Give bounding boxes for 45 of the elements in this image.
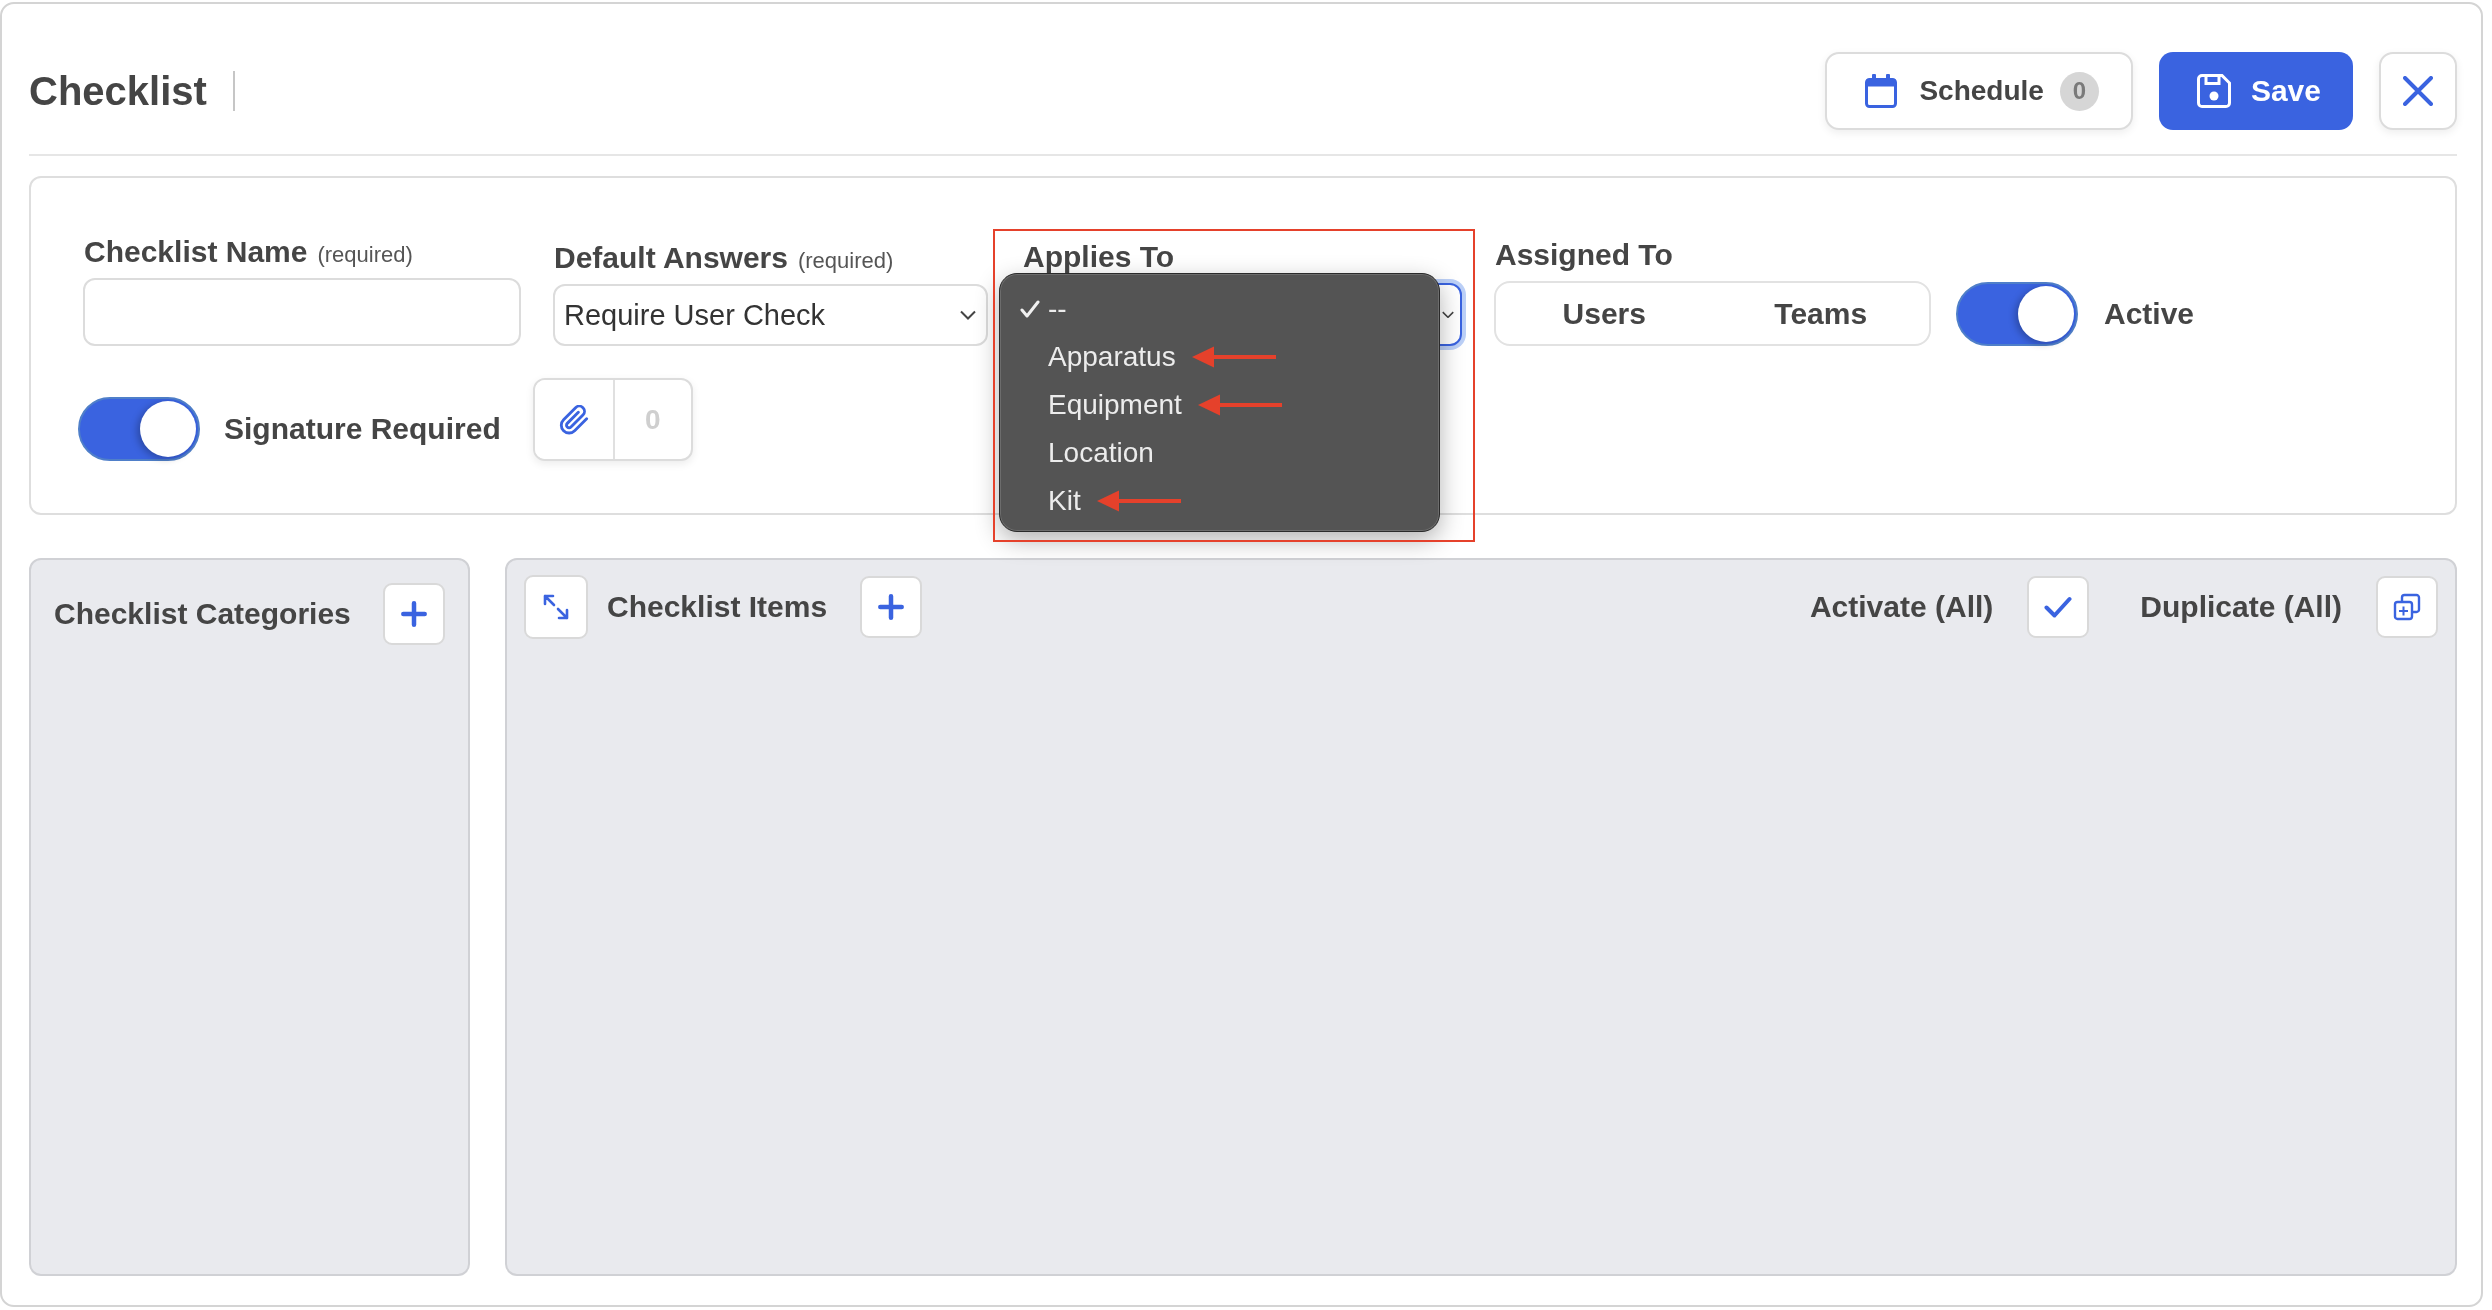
field-label: Checklist Name (84, 234, 308, 270)
panel-title: Checklist Categories (54, 597, 351, 631)
dropdown-option[interactable]: Kit (1020, 477, 1081, 525)
toggle-label: Active (2104, 297, 2195, 331)
required-note: (required) (797, 248, 894, 274)
chevron-down-icon (960, 310, 976, 320)
dropdown-option[interactable]: -- (1020, 285, 1067, 333)
add-button[interactable] (860, 576, 923, 638)
segment-button[interactable]: Teams (1712, 283, 1929, 344)
select-field[interactable]: Require User Check (553, 284, 988, 346)
close-button[interactable] (2379, 52, 2457, 130)
expand-icon (542, 593, 570, 621)
dropdown-option[interactable]: Apparatus (1020, 333, 1176, 381)
field-label: Applies To (1023, 239, 1175, 275)
count-badge: 0 (2059, 71, 2099, 111)
add-button[interactable] (383, 583, 445, 645)
field-label: Default Answers (554, 240, 788, 276)
expand-button[interactable] (524, 575, 588, 639)
text-input[interactable] (83, 278, 521, 346)
attach-button[interactable] (534, 380, 615, 459)
dropdown-option[interactable]: Location (1020, 429, 1154, 477)
action-label: Activate (All) (1809, 590, 1994, 624)
chevron-down-icon (1442, 310, 1454, 319)
duplicate-all-button[interactable] (2376, 576, 2438, 638)
action-label: Duplicate (All) (2140, 590, 2342, 624)
save-button[interactable]: Save (2158, 52, 2353, 130)
copy-icon (2393, 593, 2421, 621)
paperclip-icon (558, 404, 589, 435)
check-icon (2044, 596, 2073, 618)
segment-button[interactable]: Users (1496, 283, 1713, 344)
dropdown-option[interactable]: Equipment (1020, 381, 1182, 429)
activate-all-button[interactable] (2027, 576, 2090, 638)
schedule-button[interactable]: Schedule 0 (1825, 52, 2133, 130)
panel-title: Checklist Items (607, 590, 828, 624)
required-note: (required) (317, 242, 413, 268)
check-icon (1020, 300, 1040, 318)
field-label: Assigned To (1495, 237, 1673, 273)
close-icon (2403, 76, 2433, 106)
plus-icon (401, 601, 427, 627)
calendar-icon (1865, 74, 1898, 108)
plus-icon (878, 594, 905, 620)
toggle-label: Signature Required (224, 412, 501, 446)
toggle-switch[interactable] (78, 397, 200, 461)
toggle-switch[interactable] (1956, 282, 2078, 346)
page-title: Checklist (29, 68, 207, 115)
